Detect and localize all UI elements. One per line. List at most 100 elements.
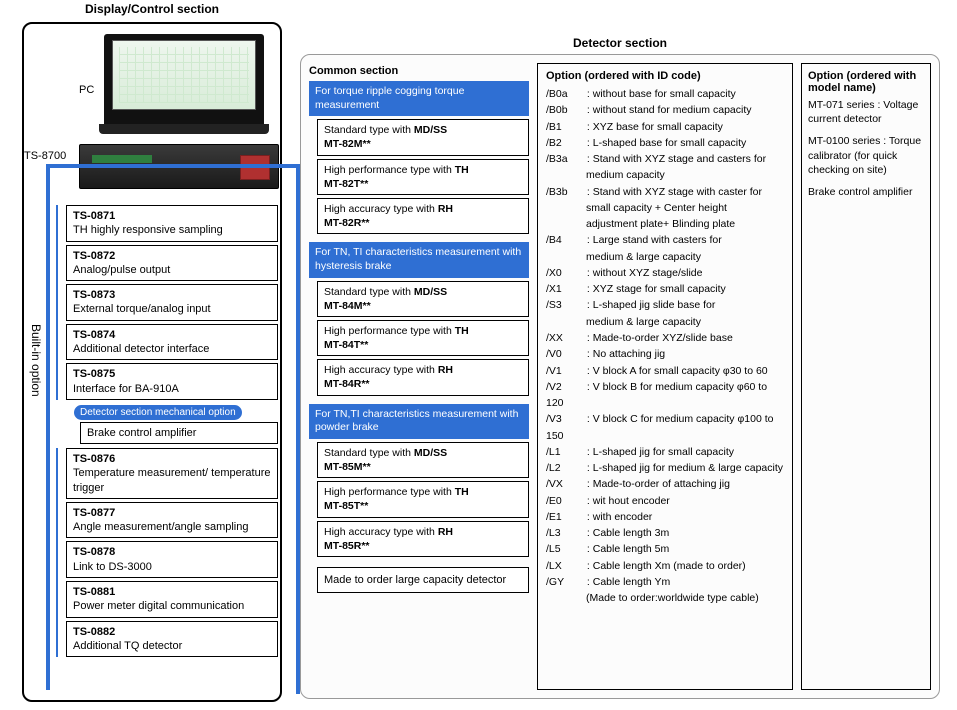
option-text: : Stand with XYZ stage with caster for [584, 186, 762, 198]
option-code: /B4 [546, 232, 584, 248]
option-desc: Additional TQ detector [73, 640, 182, 652]
common-item-model: MT-84T** [324, 338, 522, 352]
option-line: adjustment plate+ Blinding plate [586, 216, 784, 232]
option-model-name-column: Option (ordered with model name) MT-071 … [801, 63, 931, 690]
right-option-block: Brake control amplifier [808, 185, 924, 199]
connector-line [46, 166, 50, 690]
option-code: /L1 [546, 444, 584, 460]
detector-section: Common section For torque ripple cogging… [300, 54, 940, 699]
option-code: /B1 [546, 119, 584, 135]
option-model-title: Option (ordered with model name) [808, 70, 924, 94]
option-desc: Angle measurement/angle sampling [73, 521, 249, 533]
option-text: : No attaching jig [584, 348, 665, 360]
option-desc: Additional detector interface [73, 343, 209, 355]
option-desc: External torque/analog input [73, 303, 211, 315]
common-item-model: MT-85R** [324, 539, 522, 553]
option-code: /B3a [546, 151, 584, 167]
option-desc: Analog/pulse output [73, 264, 170, 276]
option-line: medium & large capacity [586, 314, 784, 330]
option-line: /L1 : L-shaped jig for small capacity [546, 444, 784, 460]
option-code: TS-0873 [73, 288, 271, 302]
option-line: /B0b : without stand for medium capacity [546, 102, 784, 118]
option-code: /B0b [546, 102, 584, 118]
option-line: /S3 : L-shaped jig slide base for [546, 297, 784, 313]
common-item-label: High accuracy type with RH [324, 203, 453, 215]
option-code: /GY [546, 574, 584, 590]
option-code: TS-0877 [73, 506, 271, 520]
option-text: : without base for small capacity [584, 88, 736, 100]
option-line: /B4 : Large stand with casters for [546, 232, 784, 248]
option-code: /V2 [546, 379, 584, 395]
option-code: /E0 [546, 493, 584, 509]
common-item-label: High performance type with TH [324, 325, 469, 337]
option-line: /LX : Cable length Xm (made to order) [546, 558, 784, 574]
option-code: /V1 [546, 363, 584, 379]
builtin-option-item: TS-0882Additional TQ detector [66, 621, 278, 658]
option-line: /GY : Cable length Ym [546, 574, 784, 590]
option-line: small capacity + Center height [586, 200, 784, 216]
option-line: /L3 : Cable length 3m [546, 525, 784, 541]
common-group-header: For TN,TI characteristics measurement wi… [309, 404, 529, 439]
option-desc: TH highly responsive sampling [73, 224, 223, 236]
option-code: TS-0878 [73, 545, 271, 559]
option-text: : XYZ base for small capacity [584, 121, 723, 133]
option-text: : V block A for small capacity φ30 to 60 [584, 365, 768, 377]
option-code: /B2 [546, 135, 584, 151]
option-desc: Temperature measurement/ temperature tri… [73, 467, 270, 493]
option-line: /V1 : V block A for small capacity φ30 t… [546, 363, 784, 379]
common-item-label: High performance type with TH [324, 164, 469, 176]
builtin-option-item: TS-0881Power meter digital communication [66, 581, 278, 618]
common-group-header: For torque ripple cogging torque measure… [309, 81, 529, 116]
display-control-section: PC TS-8700 Built-in option TS-0871TH hig… [22, 22, 282, 702]
option-text: : with encoder [584, 511, 652, 523]
option-code: TS-0871 [73, 209, 271, 223]
option-line: /B1 : XYZ base for small capacity [546, 119, 784, 135]
common-item: High accuracy type with RHMT-82R** [317, 198, 529, 234]
builtin-option-item: TS-0876Temperature measurement/ temperat… [66, 448, 278, 499]
common-section-title: Common section [309, 65, 529, 77]
common-item-model: MT-82T** [324, 177, 522, 191]
option-line: /V2 : V block B for medium capacity φ60 … [546, 379, 784, 412]
common-item-model: MT-84R** [324, 377, 522, 391]
option-text: : Cable length Xm (made to order) [584, 560, 746, 572]
option-code: /LX [546, 558, 584, 574]
option-text: : L-shaped base for small capacity [584, 137, 746, 149]
common-item-label: Standard type with MD/SS [324, 286, 447, 298]
common-item: High accuracy type with RHMT-85R** [317, 521, 529, 557]
common-item: High accuracy type with RHMT-84R** [317, 359, 529, 395]
option-text: : L-shaped jig for small capacity [584, 446, 734, 458]
common-item: Standard type with MD/SSMT-84M** [317, 281, 529, 317]
option-line: /V0 : No attaching jig [546, 346, 784, 362]
common-item-model: MT-85T** [324, 499, 522, 513]
common-item: High performance type with THMT-82T** [317, 159, 529, 195]
option-text: : Cable length Ym [584, 576, 670, 588]
builtin-option-item: TS-0878 Link to DS-3000 [66, 541, 278, 578]
common-section-column: Common section For torque ripple cogging… [309, 63, 529, 690]
option-desc: Link to DS-3000 [73, 561, 152, 573]
builtin-option-item: TS-0877Angle measurement/angle sampling [66, 502, 278, 539]
option-code: TS-0872 [73, 249, 271, 263]
option-line: /VX : Made-to-order of attaching jig [546, 476, 784, 492]
option-line: /E0 : wit hout encoder [546, 493, 784, 509]
connector-line [46, 164, 300, 168]
common-item-label: Standard type with MD/SS [324, 124, 447, 136]
option-code: TS-0881 [73, 585, 271, 599]
made-to-order-box: Made to order large capacity detector [317, 567, 529, 593]
option-code: TS-0876 [73, 452, 271, 466]
option-line: medium & large capacity [586, 249, 784, 265]
option-code: /X0 [546, 265, 584, 281]
right-option-block: MT-071 series : Voltage current detector [808, 98, 924, 126]
option-code: /V3 [546, 411, 584, 427]
option-text: : Cable length 3m [584, 527, 669, 539]
option-text: : Large stand with casters for [584, 234, 722, 246]
option-text: : wit hout encoder [584, 495, 670, 507]
option-text: : without XYZ stage/slide [584, 267, 702, 279]
option-text: : Stand with XYZ stage and casters for [584, 153, 766, 165]
right-option-block: MT-0100 series : Torque calibrator (for … [808, 134, 924, 177]
option-line: /X0 : without XYZ stage/slide [546, 265, 784, 281]
option-desc: Power meter digital communication [73, 600, 244, 612]
common-item-label: High accuracy type with RH [324, 364, 453, 376]
common-item-model: MT-85M** [324, 460, 522, 474]
option-line: /X1 : XYZ stage for small capacity [546, 281, 784, 297]
option-line: /B2 : L-shaped base for small capacity [546, 135, 784, 151]
